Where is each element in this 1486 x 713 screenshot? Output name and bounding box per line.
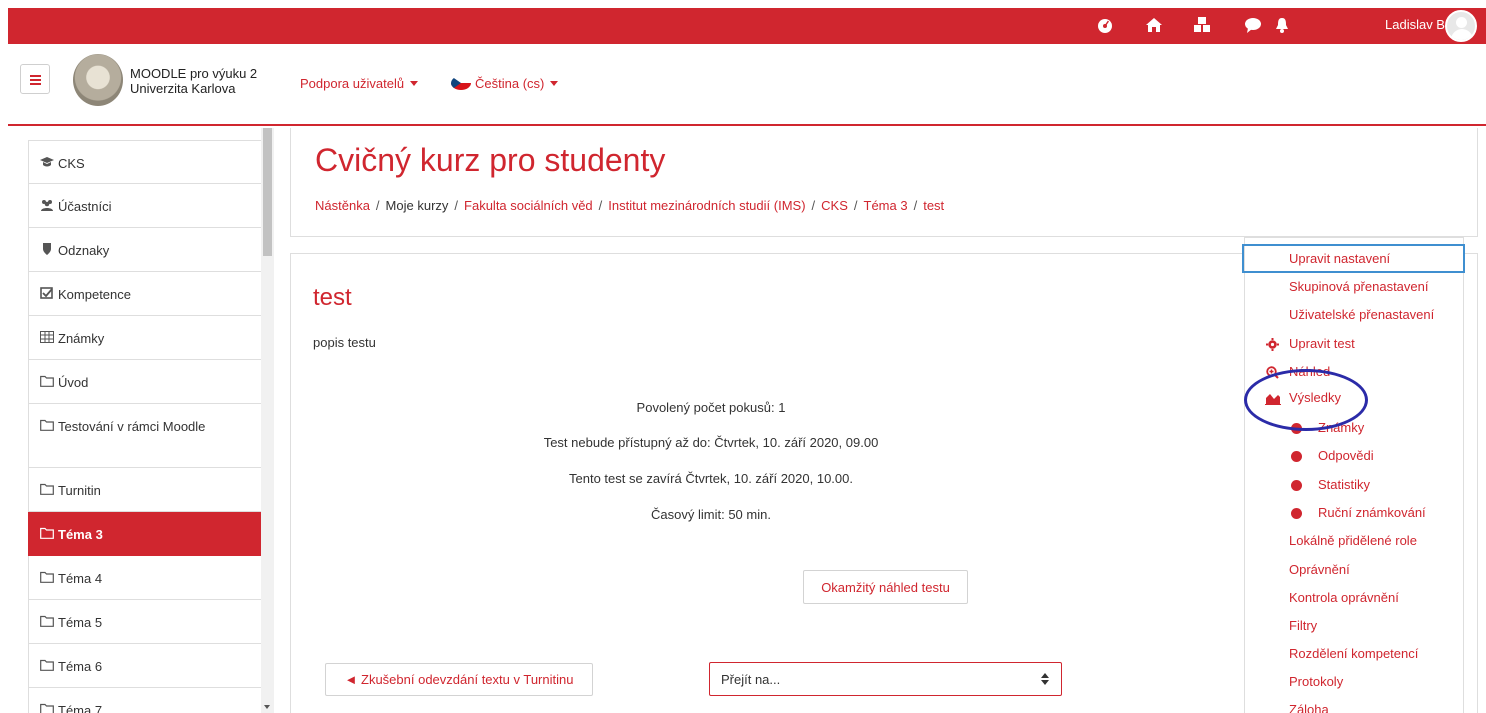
folder-icon [40,615,54,627]
sidebar-item-tema-5[interactable]: Téma 5 [28,600,269,644]
sidebar-item-testing[interactable]: Testování v rámci Moodle [28,404,269,468]
quiz-attempts-allowed: Povolený počet pokusů: 1 [636,400,786,415]
dashboard-icon[interactable] [1096,16,1114,34]
top-navbar: Ladislav Beneš [8,8,1486,44]
sidebar-scrollbar[interactable] [261,128,274,713]
sidebar-item-tema-6[interactable]: Téma 6 [28,644,269,688]
sidebar-item-label: Odznaky [58,243,110,258]
breadcrumb-institute[interactable]: Institut mezinárodních studií (IMS) [608,198,805,213]
sidebar-item-label: Téma 3 [58,527,103,542]
messages-icon[interactable] [1244,16,1262,34]
sidebar-item-participants[interactable]: Účastníci [28,184,269,228]
notifications-icon[interactable] [1273,16,1291,34]
brand-line1: MOODLE pro výuku 2 [130,66,258,81]
site-brand[interactable]: MOODLE pro výuku 2 Univerzita Karlova [130,66,257,96]
sidebar-item-label: Téma 6 [58,659,103,674]
folder-icon [40,527,54,539]
sidebar-item-grades[interactable]: Známky [28,316,269,360]
sidebar-item-label: Úvod [58,375,89,390]
scrollbar-thumb[interactable] [263,128,272,256]
select-updown-icon [1041,673,1049,685]
bullet-icon [1291,423,1302,434]
bullet-icon [1291,480,1302,491]
breadcrumb-quiz[interactable]: test [923,198,944,213]
quiz-description: popis testu [313,335,376,350]
sidebar-item-label: Téma 7 [58,703,103,713]
language-label: Čeština (cs) [475,76,545,91]
sidebar-item-tema-3[interactable]: Téma 3 [28,512,269,556]
sidebar-item-label: Testování v rámci Moodle [58,419,206,434]
folder-icon [40,571,54,583]
quiz-admin-menu: Upravit nastavení Skupinová přenastavení… [1242,237,1465,713]
sidebar-item-intro[interactable]: Úvod [28,360,269,404]
bullet-icon [1291,451,1302,462]
support-menu[interactable]: Podpora uživatelů [300,76,419,91]
site-header: MOODLE pro výuku 2 Univerzita Karlova Po… [8,44,1486,126]
breadcrumb: Nástěnka / Moje kurzy / Fakulta sociálních v… [315,198,945,213]
page-title: Cvičný kurz pro studenty [315,142,666,178]
sidebar-item-competencies[interactable]: Kompetence [28,272,269,316]
avatar[interactable] [1445,10,1477,42]
czech-flag-icon [451,76,471,90]
sidebar-item-label: Téma 4 [58,571,103,586]
folder-icon [40,419,54,431]
sidebar-item-label: Téma 5 [58,615,103,630]
sidebar-item-cks[interactable]: CKS [28,140,269,184]
gear-icon [1266,338,1279,351]
folder-icon [40,483,54,495]
bullet-icon [1291,508,1302,519]
folder-icon [40,375,54,387]
sidebar-item-label: Kompetence [58,287,131,302]
chevron-down-icon [410,81,419,86]
previous-activity-link[interactable]: ◄ Zkušební odevzdání textu v Turnitinu [325,663,593,696]
folder-icon [40,703,54,713]
breadcrumb-dashboard[interactable]: Nástěnka [315,198,370,213]
quiz-open-date: Test nebude přístupný až do: Čtvrtek, 10… [543,435,879,450]
sidebar-item-label: Účastníci [58,199,112,214]
jump-to-label: Přejít na... [721,672,781,687]
page-header: Cvičný kurz pro studenty Nástěnka / Moje k… [290,128,1478,237]
users-icon [40,199,54,211]
breadcrumb-faculty[interactable]: Fakulta sociálních věd [464,198,593,213]
chevron-down-icon [550,81,559,86]
brand-line2: Univerzita Karlova [130,81,236,96]
sidebar-item-badges[interactable]: Odznaky [28,228,269,272]
university-logo[interactable] [73,54,123,106]
area-chart-icon [1265,392,1281,405]
graduation-cap-icon [40,156,54,168]
breadcrumb-section[interactable]: Téma 3 [864,198,908,213]
course-navigation: CKS Účastníci Odznaky Kompetence Známky … [28,140,269,713]
sidebar-item-label: Známky [58,331,105,346]
sidebar-item-turnitin[interactable]: Turnitin [28,468,269,512]
support-label: Podpora uživatelů [300,76,405,91]
shield-icon [40,243,54,255]
home-icon[interactable] [1145,16,1163,34]
sidebar-item-tema-7[interactable]: Téma 7 [28,688,269,713]
sidebar-item-label: Turnitin [58,483,101,498]
breadcrumb-my-courses: Moje kurzy [385,198,449,213]
language-menu[interactable]: Čeština (cs) [451,76,559,91]
drawer-toggle-button[interactable] [20,64,50,94]
jump-to-select[interactable]: Přejít na... [709,662,1062,696]
quiz-close-date: Tento test se zavírá Čtvrtek, 10. září 2… [569,471,853,486]
cubes-icon[interactable] [1193,16,1211,34]
scroll-down-icon[interactable] [264,705,270,709]
checkbox-icon [40,287,54,299]
preview-quiz-button[interactable]: Okamžitý náhled testu [803,570,968,604]
breadcrumb-course[interactable]: CKS [821,198,848,213]
quiz-time-limit: Časový limit: 50 min. [651,507,771,522]
quiz-title: test [313,284,352,311]
table-icon [40,331,54,343]
search-plus-icon [1266,366,1279,379]
sidebar-item-tema-4[interactable]: Téma 4 [28,556,269,600]
sidebar-item-label: CKS [58,156,85,171]
folder-icon [40,659,54,671]
